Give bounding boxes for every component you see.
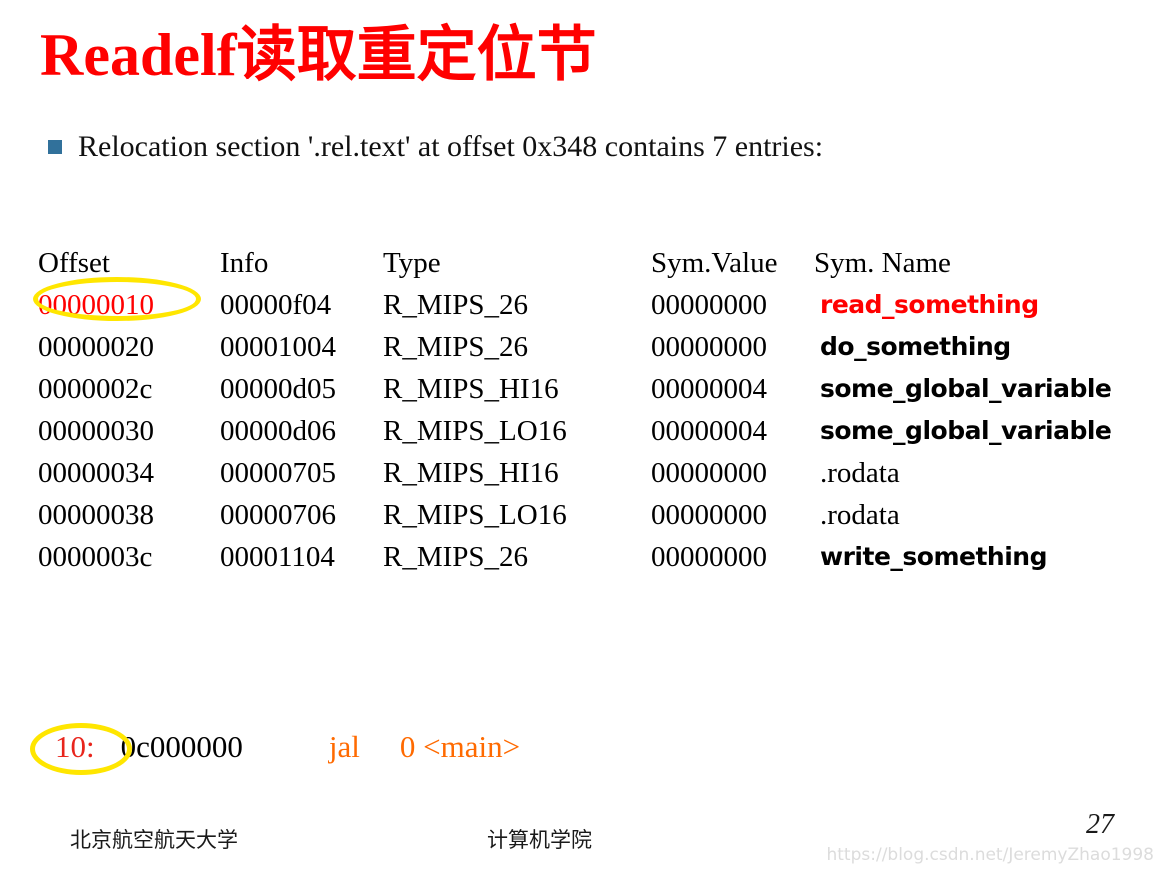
disassembly-address: 10:: [55, 729, 95, 764]
bullet-text: Relocation section '.rel.text' at offset…: [78, 130, 824, 163]
cell-offset: 0000002c: [38, 373, 153, 405]
cell-type: R_MIPS_LO16: [383, 499, 567, 531]
footer-school: 计算机学院: [487, 828, 592, 852]
cell-info: 00000705: [220, 457, 336, 489]
cell-offset: 00000034: [38, 457, 154, 489]
page-number: 27: [1086, 809, 1114, 840]
table-row: 00000020 00001004 R_MIPS_26 00000000 do_…: [38, 327, 1148, 369]
cell-sym-name: write_something: [820, 542, 1047, 571]
table-row: 00000010 00000f04 R_MIPS_26 00000000 rea…: [38, 285, 1148, 327]
header-sym-name: Sym. Name: [814, 247, 951, 279]
header-type: Type: [383, 247, 441, 279]
disassembly-operand: 0 <main>: [399, 729, 521, 764]
cell-info: 00001004: [220, 331, 336, 363]
cell-info: 00000d06: [220, 415, 336, 447]
cell-sym-name: do_something: [820, 332, 1011, 361]
cell-type: R_MIPS_26: [383, 331, 529, 363]
cell-type: R_MIPS_LO16: [383, 415, 567, 447]
cell-info: 00000d05: [220, 373, 336, 405]
cell-sym-value: 00000000: [651, 457, 767, 489]
cell-offset: 00000038: [38, 499, 154, 531]
table-row: 0000002c 00000d05 R_MIPS_HI16 00000004 s…: [38, 369, 1148, 411]
cell-sym-value: 00000000: [651, 289, 767, 321]
table-row: 00000038 00000706 R_MIPS_LO16 00000000 .…: [38, 495, 1148, 537]
cell-sym-value: 00000000: [651, 331, 767, 363]
cell-sym-value: 00000004: [651, 373, 767, 405]
cell-info: 00000706: [220, 499, 336, 531]
cell-info: 00001104: [220, 541, 335, 573]
table-row: 0000003c 00001104 R_MIPS_26 00000000 wri…: [38, 537, 1148, 579]
cell-offset: 00000010: [38, 289, 154, 321]
cell-offset: 00000030: [38, 415, 154, 447]
cell-type: R_MIPS_HI16: [383, 373, 559, 405]
header-sym-value: Sym.Value: [651, 247, 778, 279]
cell-type: R_MIPS_HI16: [383, 457, 559, 489]
cell-sym-name: read_something: [820, 290, 1039, 319]
watermark: https://blog.csdn.net/JeremyZhao1998: [826, 845, 1154, 865]
cell-sym-name: some_global_variable: [820, 374, 1112, 403]
disassembly-line: 10: 0c000000 jal 0 <main>: [55, 727, 520, 767]
cell-sym-value: 00000004: [651, 415, 767, 447]
cell-info: 00000f04: [220, 289, 332, 321]
cell-offset: 0000003c: [38, 541, 153, 573]
cell-type: R_MIPS_26: [383, 541, 529, 573]
header-info: Info: [220, 247, 269, 279]
footer-university: 北京航空航天大学: [70, 828, 238, 852]
cell-sym-name: some_global_variable: [820, 416, 1112, 445]
relocation-table: Offset Info Type Sym.Value Sym. Name 000…: [38, 243, 1148, 579]
cell-sym-value: 00000000: [651, 541, 767, 573]
table-header-row: Offset Info Type Sym.Value Sym. Name: [38, 243, 1148, 285]
table-row: 00000030 00000d06 R_MIPS_LO16 00000004 s…: [38, 411, 1148, 453]
cell-sym-value: 00000000: [651, 499, 767, 531]
bullet-square-icon: [48, 140, 62, 154]
disassembly-mnemonic: jal: [328, 729, 360, 764]
disassembly-bytes: 0c000000: [120, 729, 243, 764]
cell-type: R_MIPS_26: [383, 289, 529, 321]
page-title: Readelf读取重定位节: [40, 22, 597, 88]
cell-sym-name: .rodata: [820, 499, 900, 531]
cell-offset: 00000020: [38, 331, 154, 363]
table-row: 00000034 00000705 R_MIPS_HI16 00000000 .…: [38, 453, 1148, 495]
header-offset: Offset: [38, 247, 110, 279]
bullet-line: Relocation section '.rel.text' at offset…: [48, 129, 823, 165]
cell-sym-name: .rodata: [820, 457, 900, 489]
